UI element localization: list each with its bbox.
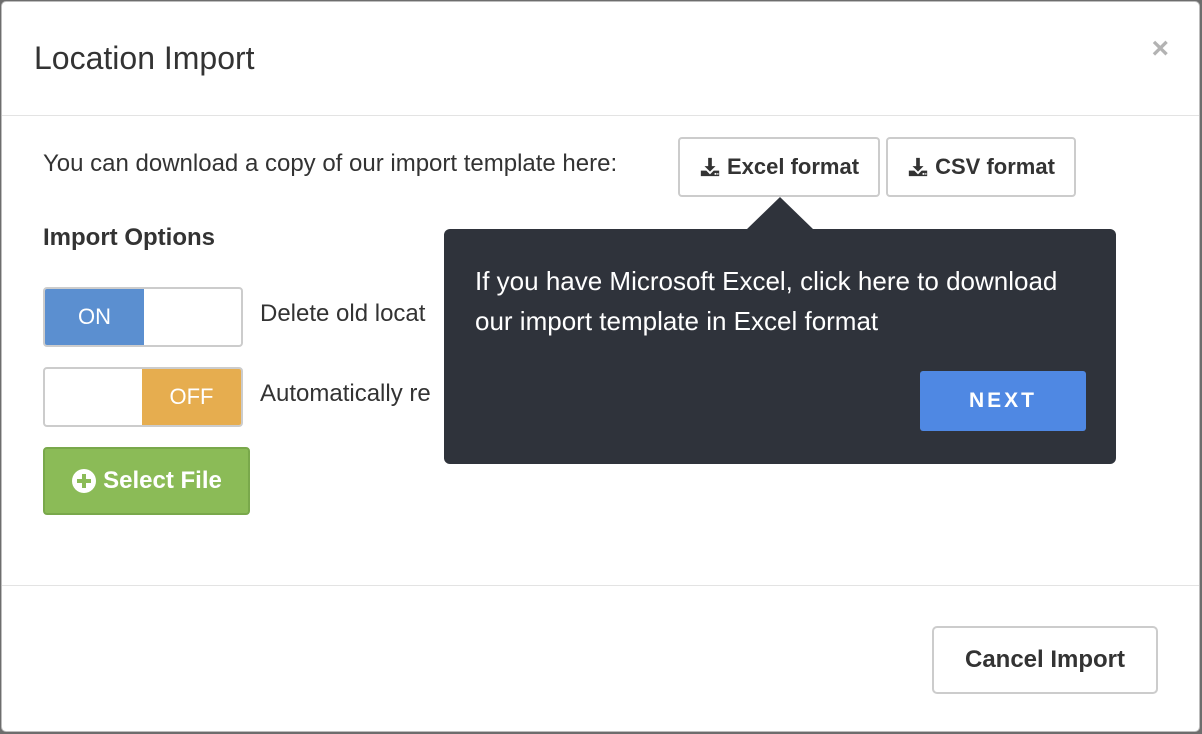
tooltip-text: If you have Microsoft Excel, click here …	[475, 266, 1058, 336]
csv-format-label: CSV format	[935, 154, 1055, 179]
download-template-text: You can download a copy of our import te…	[43, 150, 618, 177]
plus-circle-icon	[72, 469, 97, 493]
dialog-footer: Cancel Import	[2, 585, 1199, 731]
excel-format-button[interactable]: Excel format	[678, 137, 880, 197]
automatically-label: Automatically re	[260, 380, 431, 407]
select-file-label: Select File	[103, 467, 222, 494]
next-button[interactable]: NEXT	[920, 371, 1086, 431]
location-import-dialog: Location Import × You can download a cop…	[1, 1, 1200, 732]
delete-old-locations-toggle[interactable]: ON	[43, 287, 243, 347]
download-icon	[908, 157, 928, 177]
dialog-title: Location Import	[34, 40, 255, 76]
excel-format-label: Excel format	[726, 154, 860, 179]
import-options-heading: Import Options	[43, 224, 215, 251]
close-icon[interactable]: ×	[1151, 34, 1169, 64]
onboarding-tooltip: If you have Microsoft Excel, click here …	[444, 197, 1116, 464]
delete-old-locations-label: Delete old locat	[260, 300, 426, 327]
dialog-header: Location Import ×	[2, 2, 1199, 116]
toggle-off-state: OFF	[142, 369, 241, 425]
tooltip-arrow	[746, 197, 814, 230]
select-file-button[interactable]: Select File	[43, 447, 250, 515]
automatically-toggle[interactable]: OFF	[43, 367, 243, 427]
download-icon	[700, 157, 720, 177]
csv-format-button[interactable]: CSV format	[886, 137, 1076, 197]
cancel-import-button[interactable]: Cancel Import	[932, 626, 1158, 694]
toggle-on-state: ON	[45, 289, 144, 345]
